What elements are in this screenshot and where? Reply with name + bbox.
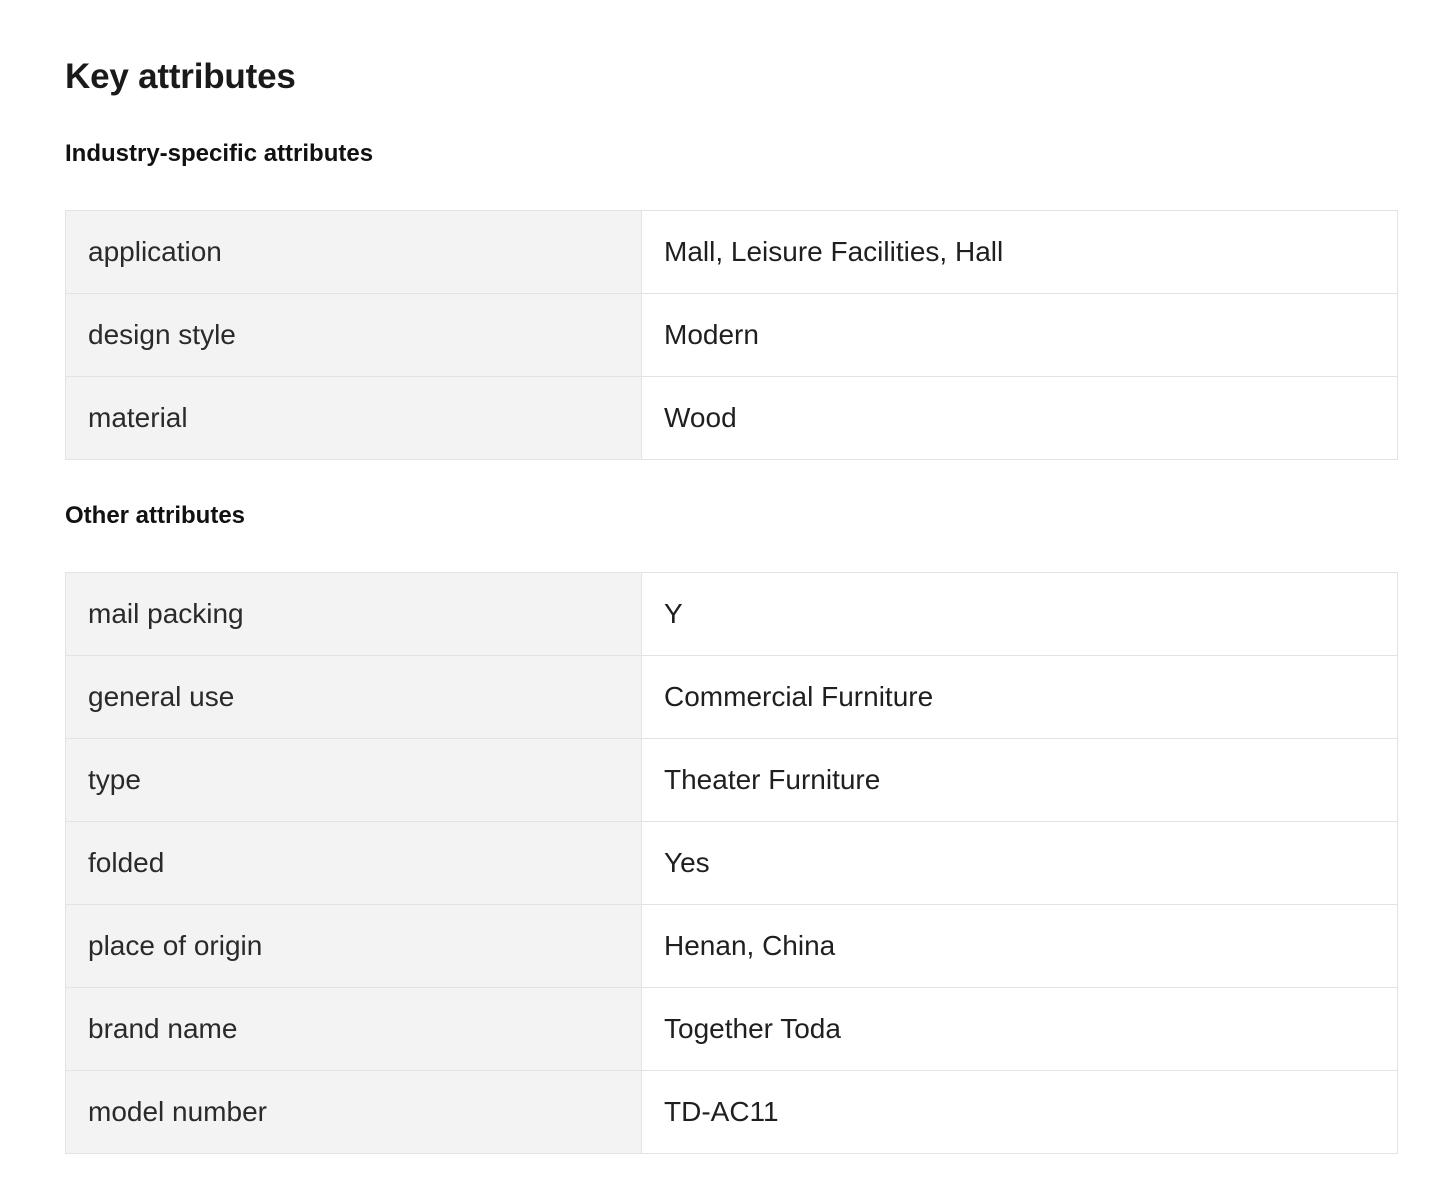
attribute-value: TD-AC11: [641, 1070, 1398, 1154]
attribute-key: place of origin: [65, 904, 642, 988]
attribute-value: Mall, Leisure Facilities, Hall: [641, 210, 1398, 294]
attribute-value: Modern: [641, 293, 1398, 377]
table-row: material Wood: [65, 376, 1398, 460]
attribute-value: Commercial Furniture: [641, 655, 1398, 739]
table-row: type Theater Furniture: [65, 738, 1398, 822]
attribute-key: model number: [65, 1070, 642, 1154]
table-row: place of origin Henan, China: [65, 904, 1398, 988]
table-row: folded Yes: [65, 821, 1398, 905]
section-title: Industry-specific attributes: [65, 140, 374, 167]
attribute-value: Henan, China: [641, 904, 1398, 988]
page: Key attributes Industry-specific attribu…: [0, 0, 1439, 1191]
table-row: general use Commercial Furniture: [65, 655, 1398, 739]
attribute-value: Y: [641, 572, 1398, 656]
attribute-key: design style: [65, 293, 642, 377]
attribute-key: mail packing: [65, 572, 642, 656]
attribute-value: Theater Furniture: [641, 738, 1398, 822]
attribute-key: general use: [65, 655, 642, 739]
attribute-key: folded: [65, 821, 642, 905]
attribute-value: Wood: [641, 376, 1398, 460]
attributes-table: application Mall, Leisure Facilities, Ha…: [65, 210, 1398, 460]
attribute-key: material: [65, 376, 642, 460]
section-title: Other attributes: [65, 502, 246, 529]
table-row: model number TD-AC11: [65, 1070, 1398, 1154]
attribute-key: type: [65, 738, 642, 822]
table-row: mail packing Y: [65, 572, 1398, 656]
table-row: brand name Together Toda: [65, 987, 1398, 1071]
page-title: Key attributes: [65, 57, 296, 96]
attribute-key: brand name: [65, 987, 642, 1071]
attribute-value: Yes: [641, 821, 1398, 905]
attribute-value: Together Toda: [641, 987, 1398, 1071]
attributes-table: mail packing Y general use Commercial Fu…: [65, 572, 1398, 1154]
table-row: design style Modern: [65, 293, 1398, 377]
attribute-key: application: [65, 210, 642, 294]
table-row: application Mall, Leisure Facilities, Ha…: [65, 210, 1398, 294]
